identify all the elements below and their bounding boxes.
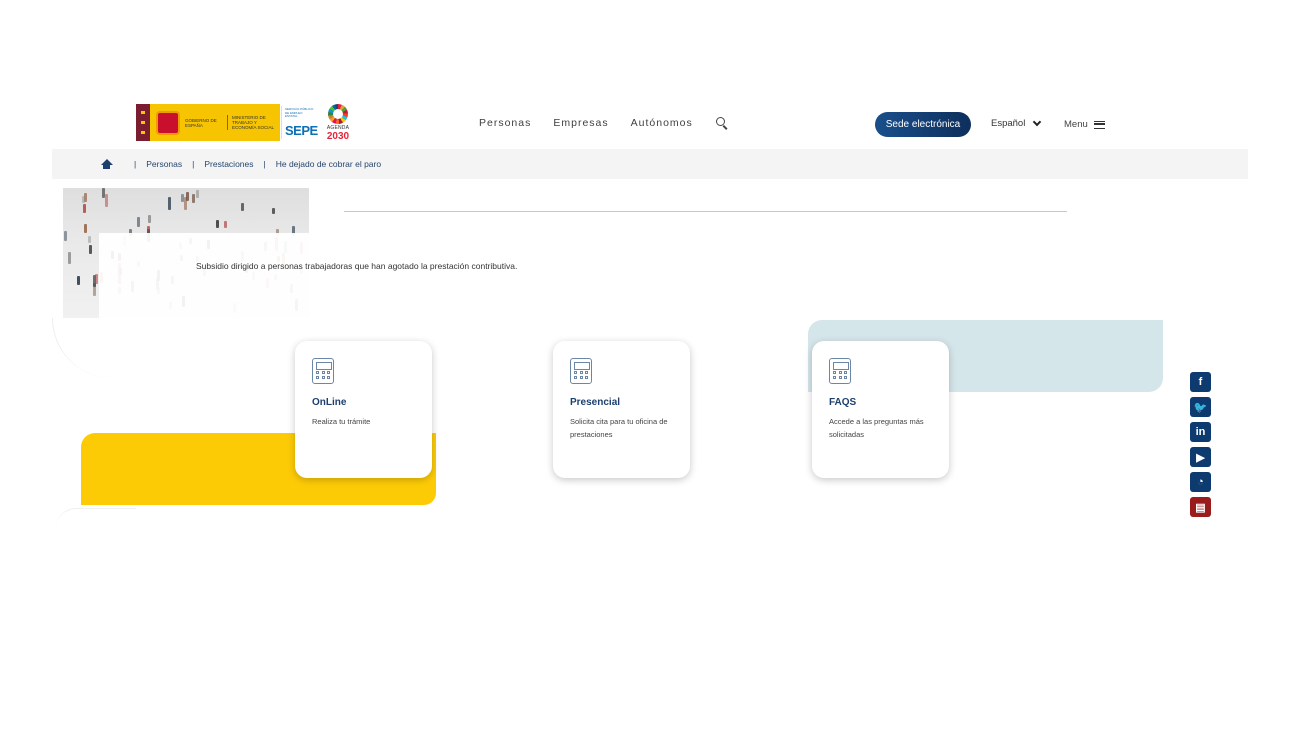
sdg-wheel-icon (328, 104, 348, 124)
agenda-2030-logo[interactable]: AGENDA 2030 (322, 104, 354, 142)
crowd-figure (89, 245, 92, 254)
ministry-logo-panel: Gobierno de España Ministerio de Trabajo… (150, 104, 280, 141)
card-title: Presencial (570, 397, 621, 408)
twitter-icon[interactable]: 🐦 (1190, 397, 1211, 417)
card-text: Accede a las preguntas más solicitadas (829, 417, 924, 439)
menu-button[interactable]: Menu (1064, 119, 1105, 130)
decorative-wave (52, 318, 122, 378)
gobierno-ministerio-logo[interactable]: Gobierno de España Ministerio de Trabajo… (136, 104, 280, 141)
crowd-figure (148, 215, 151, 223)
crowd-figure (196, 190, 199, 198)
breadcrumb-separator: | (263, 159, 266, 169)
breadcrumb: | Personas | Prestaciones | He dejado de… (52, 149, 1248, 179)
crowd-figure (192, 194, 195, 203)
calculator-icon (312, 358, 334, 384)
crowd-figure (102, 188, 105, 198)
facebook-icon[interactable]: f (1190, 372, 1211, 392)
crowd-figure (224, 221, 227, 228)
logo-gobierno-text: Gobierno de España (185, 117, 217, 128)
hero-overlay (99, 233, 311, 353)
crowd-figure (64, 231, 67, 241)
language-selector[interactable]: Español (991, 117, 1042, 129)
hamburger-icon (1093, 120, 1105, 129)
card-faqs[interactable]: FAQS Accede a las preguntas más solicita… (812, 341, 949, 478)
breadcrumb-personas[interactable]: Personas (146, 159, 182, 169)
eu-flag-strip (136, 104, 150, 141)
chevron-down-icon (1033, 117, 1042, 127)
crowd-figure (88, 236, 91, 243)
sepe-logo-subtitle: Servicio Público de Empleo Estatal (285, 107, 314, 119)
nav-personas[interactable]: Personas (479, 117, 531, 129)
youtube-icon[interactable]: ▶ (1190, 447, 1211, 467)
decorative-wave (56, 508, 136, 528)
linkedin-icon[interactable]: in (1190, 422, 1211, 442)
card-text: Solicita cita para tu oficina de prestac… (570, 417, 668, 439)
language-label: Español (991, 118, 1026, 129)
crowd-figure (82, 196, 85, 203)
crowd-figure (137, 217, 140, 227)
site-header: Gobierno de España Ministerio de Trabajo… (52, 95, 1248, 149)
crowd-figure (83, 204, 86, 213)
coat-of-arms-icon (156, 110, 180, 135)
crowd-figure (77, 276, 80, 285)
menu-label: Menu (1064, 119, 1088, 130)
agenda-year: 2030 (326, 131, 350, 142)
crowd-figure (241, 203, 244, 211)
card-title: OnLine (312, 397, 347, 408)
hero-description: Subsidio dirigido a personas trabajadora… (196, 261, 518, 271)
crowd-figure (216, 220, 219, 228)
crowd-figure (272, 208, 275, 214)
breadcrumb-current: He dejado de cobrar el paro (275, 159, 382, 169)
crowd-figure (68, 252, 71, 264)
breadcrumb-prestaciones[interactable]: Prestaciones (204, 159, 253, 169)
crowd-figure (181, 194, 184, 202)
sepe-logo-text: SEPE (285, 123, 318, 138)
crowd-figure (168, 197, 171, 210)
pdf-icon[interactable]: ▤ (1190, 497, 1211, 517)
crowd-figure (84, 224, 87, 233)
nav-autonomos[interactable]: Autónomos (631, 117, 693, 129)
crowd-figure (105, 194, 108, 207)
nav-empresas[interactable]: Empresas (553, 117, 608, 129)
card-online[interactable]: OnLine Realiza tu trámite (295, 341, 432, 478)
title-divider (344, 211, 1067, 212)
breadcrumb-separator: | (134, 159, 137, 169)
sepe-logo[interactable]: Servicio Público de Empleo Estatal SEPE (281, 106, 318, 139)
calculator-icon (570, 358, 592, 384)
calculator-icon (829, 358, 851, 384)
logo-ministerio-text: Ministerio de Trabajo y Economía Social (227, 115, 277, 130)
rss-icon[interactable]: ◔ (1190, 472, 1211, 492)
page: Gobierno de España Ministerio de Trabajo… (0, 0, 1300, 731)
card-title: FAQS (829, 397, 857, 408)
crowd-figure (186, 192, 189, 201)
crowd-figure (95, 274, 98, 284)
search-icon[interactable] (715, 116, 729, 130)
home-icon[interactable] (100, 158, 113, 170)
social-share-bar: f 🐦 in ▶ ◔ ▤ (1190, 372, 1211, 522)
card-text: Realiza tu trámite (312, 417, 371, 426)
card-presencial[interactable]: Presencial Solicita cita para tu oficina… (553, 341, 690, 478)
main-nav: Personas Empresas Autónomos (479, 116, 729, 130)
breadcrumb-separator: | (192, 159, 195, 169)
sede-electronica-button[interactable]: Sede electrónica (875, 112, 971, 137)
